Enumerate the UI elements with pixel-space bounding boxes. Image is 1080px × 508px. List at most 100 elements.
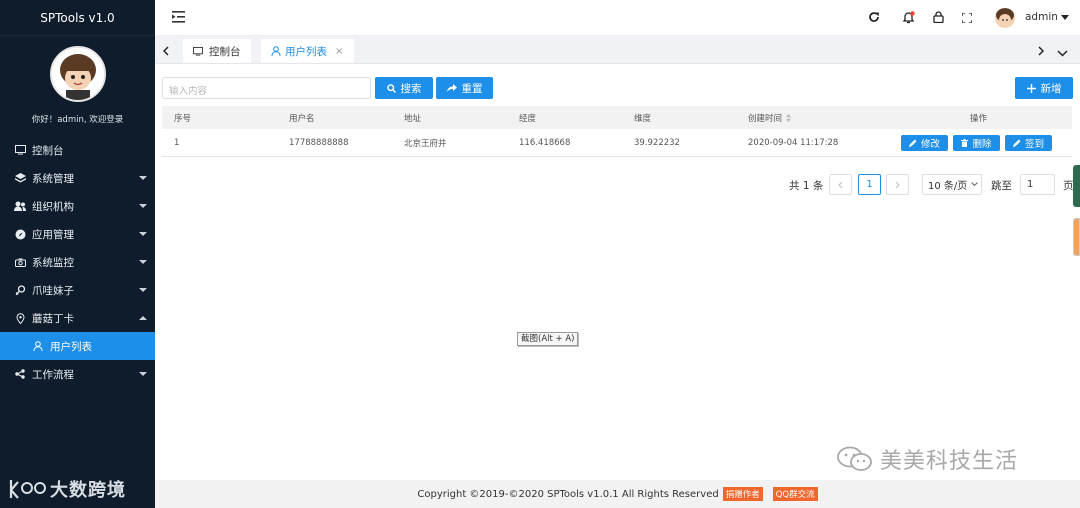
sort-icon[interactable] xyxy=(786,113,792,122)
goto-label: 跳至 xyxy=(991,180,1012,192)
search-label: 搜索 xyxy=(400,82,422,95)
side-widget-orange[interactable] xyxy=(1073,218,1080,256)
monitor-icon xyxy=(193,46,203,56)
tab-label: 用户列表 xyxy=(285,45,327,58)
column-header: 经度 xyxy=(519,113,537,124)
search-button[interactable]: 搜索 xyxy=(375,77,433,99)
tabs-scroll-left-icon[interactable] xyxy=(162,45,169,59)
chevron-right-icon xyxy=(895,181,900,188)
monitor-icon xyxy=(14,144,26,156)
sidebar-item-organization[interactable]: 组织机构 xyxy=(0,192,155,220)
donate-badge[interactable]: 捐赠作者 xyxy=(722,487,763,501)
compass-icon xyxy=(14,228,26,240)
pencil-icon xyxy=(908,139,917,147)
cell-address: 北京王府井 xyxy=(404,138,447,149)
sidebar-item-label: 工作流程 xyxy=(32,368,74,381)
users-icon xyxy=(14,200,26,212)
user-menu[interactable]: admin xyxy=(1025,11,1069,23)
sidebar-item-system-monitor[interactable]: 系统监控 xyxy=(0,248,155,276)
pagination-prev-button[interactable] xyxy=(829,174,852,195)
app-title: SPTools v1.0 xyxy=(0,0,155,36)
chevron-down-icon xyxy=(139,372,147,376)
tabs-dropdown-icon[interactable] xyxy=(1057,46,1068,60)
search-icon xyxy=(386,83,396,93)
search-input[interactable]: 输入内容 xyxy=(162,77,371,99)
greeting-text: 你好！admin, 欢迎登录 xyxy=(31,115,124,125)
sidebar-item-app-management[interactable]: 应用管理 xyxy=(0,220,155,248)
column-header: 地址 xyxy=(404,113,422,124)
user-avatar[interactable] xyxy=(995,8,1015,28)
cell-id: 1 xyxy=(174,137,180,148)
add-label: 新增 xyxy=(1040,82,1062,95)
sidebar-item-dashboard[interactable]: 控制台 xyxy=(0,136,155,164)
chevron-down-icon xyxy=(139,176,147,180)
layers-icon xyxy=(14,172,26,184)
location-pin-icon xyxy=(14,312,26,324)
brand-logo: 大数跨境 xyxy=(8,476,126,502)
main-content: 输入内容 搜索 重置 新增 序号 用户名 地址 经度 维度 创建时间 操作 1 xyxy=(155,64,1080,480)
column-header: 序号 xyxy=(174,113,192,124)
edit-label: 修改 xyxy=(920,139,940,150)
signin-button[interactable]: 签到 xyxy=(1005,135,1052,151)
avatar[interactable] xyxy=(50,46,106,102)
sidebar-item-java-girl[interactable]: 爪哇妹子 xyxy=(0,276,155,304)
camera-icon xyxy=(14,256,26,268)
sidebar-item-user-list[interactable]: 用户列表 xyxy=(0,332,155,360)
chevron-up-icon xyxy=(139,316,147,320)
refresh-icon[interactable] xyxy=(868,11,880,26)
top-bar: admin xyxy=(155,0,1080,36)
logo-mark-icon xyxy=(9,480,46,499)
page-size-select[interactable]: 10 条/页 xyxy=(922,174,982,195)
edit-button[interactable]: 修改 xyxy=(901,135,948,151)
user-panel: 你好！admin, 欢迎登录 xyxy=(0,36,155,136)
pagination-total: 共 1 条 xyxy=(789,180,824,192)
notification-bell-icon[interactable] xyxy=(902,11,915,27)
sidebar-item-mogu-dingka[interactable]: 蘑菇丁卡 xyxy=(0,304,155,332)
tabs-scroll-right-icon[interactable] xyxy=(1038,45,1045,59)
pagination-next-button[interactable] xyxy=(886,174,909,195)
footer: Copyright ©2019-©2020 SPTools v1.0.1 All… xyxy=(155,480,1080,508)
tab-dashboard[interactable]: 控制台 xyxy=(183,39,251,63)
sidebar-item-label: 应用管理 xyxy=(32,228,74,241)
close-icon[interactable]: × xyxy=(335,46,343,57)
wechat-icon xyxy=(837,446,872,471)
sidebar-item-system-management[interactable]: 系统管理 xyxy=(0,164,155,192)
chevron-left-icon xyxy=(838,181,843,188)
sidebar-item-label: 组织机构 xyxy=(32,200,74,213)
cell-latitude: 39.922232 xyxy=(634,137,680,148)
reset-label: 重置 xyxy=(461,82,483,95)
sidebar-item-workflow[interactable]: 工作流程 xyxy=(0,360,155,388)
add-button[interactable]: 新增 xyxy=(1015,77,1073,99)
chevron-down-icon xyxy=(139,288,147,292)
page-size-value: 10 条/页 xyxy=(928,181,968,192)
caret-down-icon xyxy=(1060,14,1069,20)
side-widget-green[interactable] xyxy=(1073,165,1080,207)
tabs-bar: 控制台 用户列表 × xyxy=(155,36,1080,64)
table-row: 1 17788888888 北京王府井 116.418668 39.922232… xyxy=(162,129,1072,157)
tab-label: 控制台 xyxy=(209,45,241,58)
column-header-sortable[interactable]: 创建时间 xyxy=(748,106,792,129)
pagination-page-1[interactable]: 1 xyxy=(858,174,881,195)
signin-label: 签到 xyxy=(1024,139,1044,150)
sidebar-item-label: 控制台 xyxy=(32,144,64,157)
female-icon xyxy=(14,284,26,296)
menu-collapse-icon[interactable] xyxy=(172,11,185,26)
watermark-text: 美美科技生活 xyxy=(880,449,1019,474)
goto-page-input[interactable]: 1 xyxy=(1020,174,1055,195)
tab-user-list[interactable]: 用户列表 × xyxy=(261,39,354,63)
column-header: 维度 xyxy=(634,113,652,124)
cell-created-time: 2020-09-04 11:17:28 xyxy=(748,137,839,148)
user-icon xyxy=(32,340,44,352)
sidebar-menu: 控制台 系统管理 组织机构 应用管理 系统监控 爪哇妹子 蘑菇丁卡 用户列表 工… xyxy=(0,136,155,388)
reset-button[interactable]: 重置 xyxy=(436,77,493,99)
delete-button[interactable]: 删除 xyxy=(953,135,1000,151)
pencil-icon xyxy=(1012,139,1021,147)
sidebar-item-label: 系统监控 xyxy=(32,256,74,269)
cell-longitude: 116.418668 xyxy=(519,137,571,148)
fullscreen-icon[interactable] xyxy=(961,12,973,26)
share-arrow-icon xyxy=(446,84,457,92)
sidebar-item-label: 用户列表 xyxy=(50,340,92,353)
qq-group-badge[interactable]: QQ群交流 xyxy=(772,487,818,501)
lock-icon[interactable] xyxy=(933,11,944,26)
column-header-label: 创建时间 xyxy=(748,113,783,124)
